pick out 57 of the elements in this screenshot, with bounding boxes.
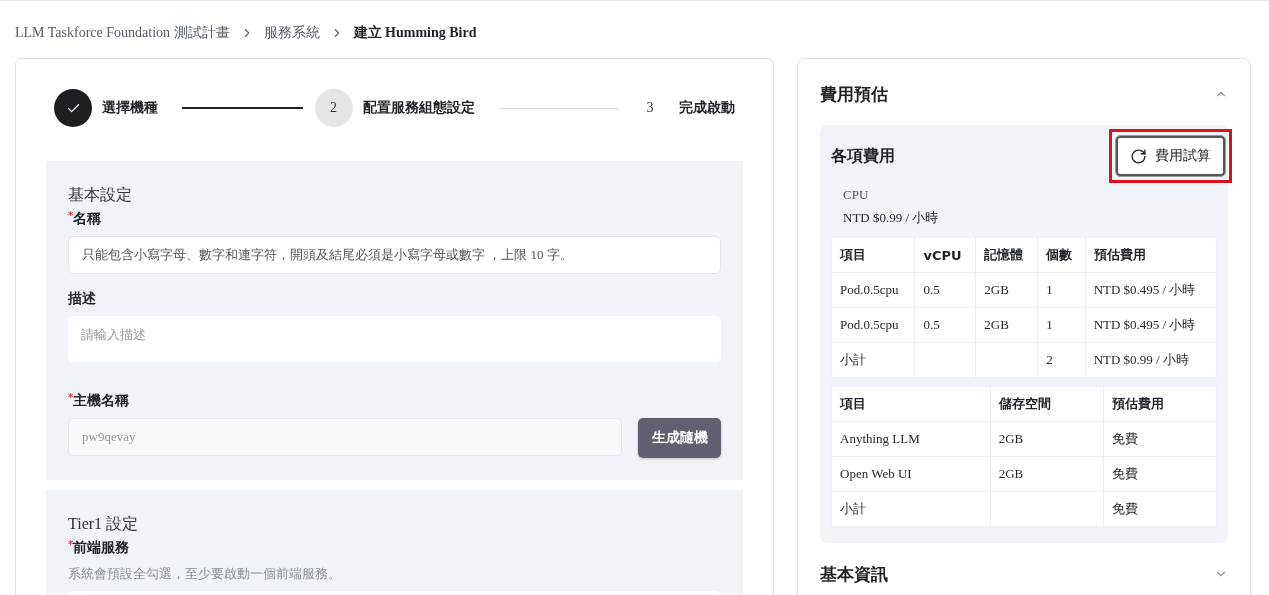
breadcrumb-link[interactable]: LLM Taskforce Foundation 測試計畫: [15, 24, 230, 42]
breadcrumb-link[interactable]: 建立 Humming Bird: [353, 24, 477, 42]
field-label: 主機名稱: [73, 392, 130, 410]
column-header: vCPU: [914, 237, 976, 273]
accordion-header[interactable]: 費用預估: [820, 79, 1228, 109]
table-cell: NTD $0.495 / 小時: [1085, 272, 1217, 308]
step-number: 3: [645, 99, 655, 117]
column-header: 項目: [831, 386, 991, 422]
section-title: Tier1 設定: [68, 514, 140, 534]
step-label: 配置服務組態設定: [362, 99, 475, 117]
card-title: 各項費用: [831, 145, 895, 167]
table-cell: 免費: [1103, 456, 1217, 492]
column-header: 記憶體: [975, 237, 1038, 273]
textarea-field[interactable]: 請輸入描述: [68, 316, 721, 362]
column-header: 預估費用: [1085, 237, 1217, 273]
table-cell: 0.5: [914, 272, 976, 308]
field-label: 前端服務: [73, 539, 130, 557]
required-mark: *: [68, 392, 74, 403]
cpu-total: NTD $0.99 / 小時: [843, 210, 939, 225]
step-label: 選擇機種: [102, 99, 158, 117]
table-cell: Open Web UI: [831, 456, 991, 492]
recalculate-button[interactable]: 費用試算: [1116, 136, 1225, 176]
table-cell: NTD $0.99 / 小時: [1085, 342, 1217, 378]
table-cell: Pod.0.5cpu: [831, 307, 915, 343]
table-cell: 1: [1037, 307, 1086, 343]
refresh-icon: [1130, 147, 1147, 165]
step-label: 完成啟動: [679, 99, 735, 117]
table-cell: 2GB: [990, 421, 1104, 457]
required-mark: *: [68, 539, 74, 550]
field-label: 描述: [68, 290, 96, 308]
column-header: 儲存空間: [990, 386, 1104, 422]
table-cell: 0.5: [914, 307, 976, 343]
table-cell: 小計: [831, 342, 915, 378]
accordion-header[interactable]: 基本資訊: [820, 559, 1228, 589]
input-field[interactable]: 只能包含小寫字母、數字和連字符，開頭及結尾必須是小寫字母或數字 ，上限 10 字。: [68, 236, 721, 274]
table-cell: 2GB: [990, 456, 1104, 492]
table-cell: NTD $0.495 / 小時: [1085, 307, 1217, 343]
cpu-label: CPU: [843, 187, 869, 202]
table-cell: 1: [1037, 272, 1086, 308]
column-header: 個數: [1037, 237, 1086, 273]
table-cell: 免費: [1103, 421, 1217, 457]
required-mark: *: [68, 210, 74, 221]
breadcrumb-link[interactable]: 服務系統: [263, 24, 320, 42]
field-label: 名稱: [73, 210, 102, 228]
column-header: 項目: [831, 237, 915, 273]
table-cell: 小計: [831, 491, 991, 527]
table-cell: 2GB: [975, 272, 1038, 308]
column-header: 預估費用: [1103, 386, 1217, 422]
table-cell: 2: [1037, 342, 1086, 378]
table-cell: 2GB: [975, 307, 1038, 343]
table-cell: Pod.0.5cpu: [831, 272, 915, 308]
section-title: 基本設定: [68, 185, 133, 205]
generate-button[interactable]: 生成隨機: [638, 418, 721, 458]
table-cell: Anything LLM: [831, 421, 991, 457]
hint-text: 系統會預設全勾選，至少要啟動一個前端服務。: [68, 565, 342, 583]
step-number: 2: [330, 100, 337, 116]
table-cell: 免費: [1103, 491, 1217, 527]
